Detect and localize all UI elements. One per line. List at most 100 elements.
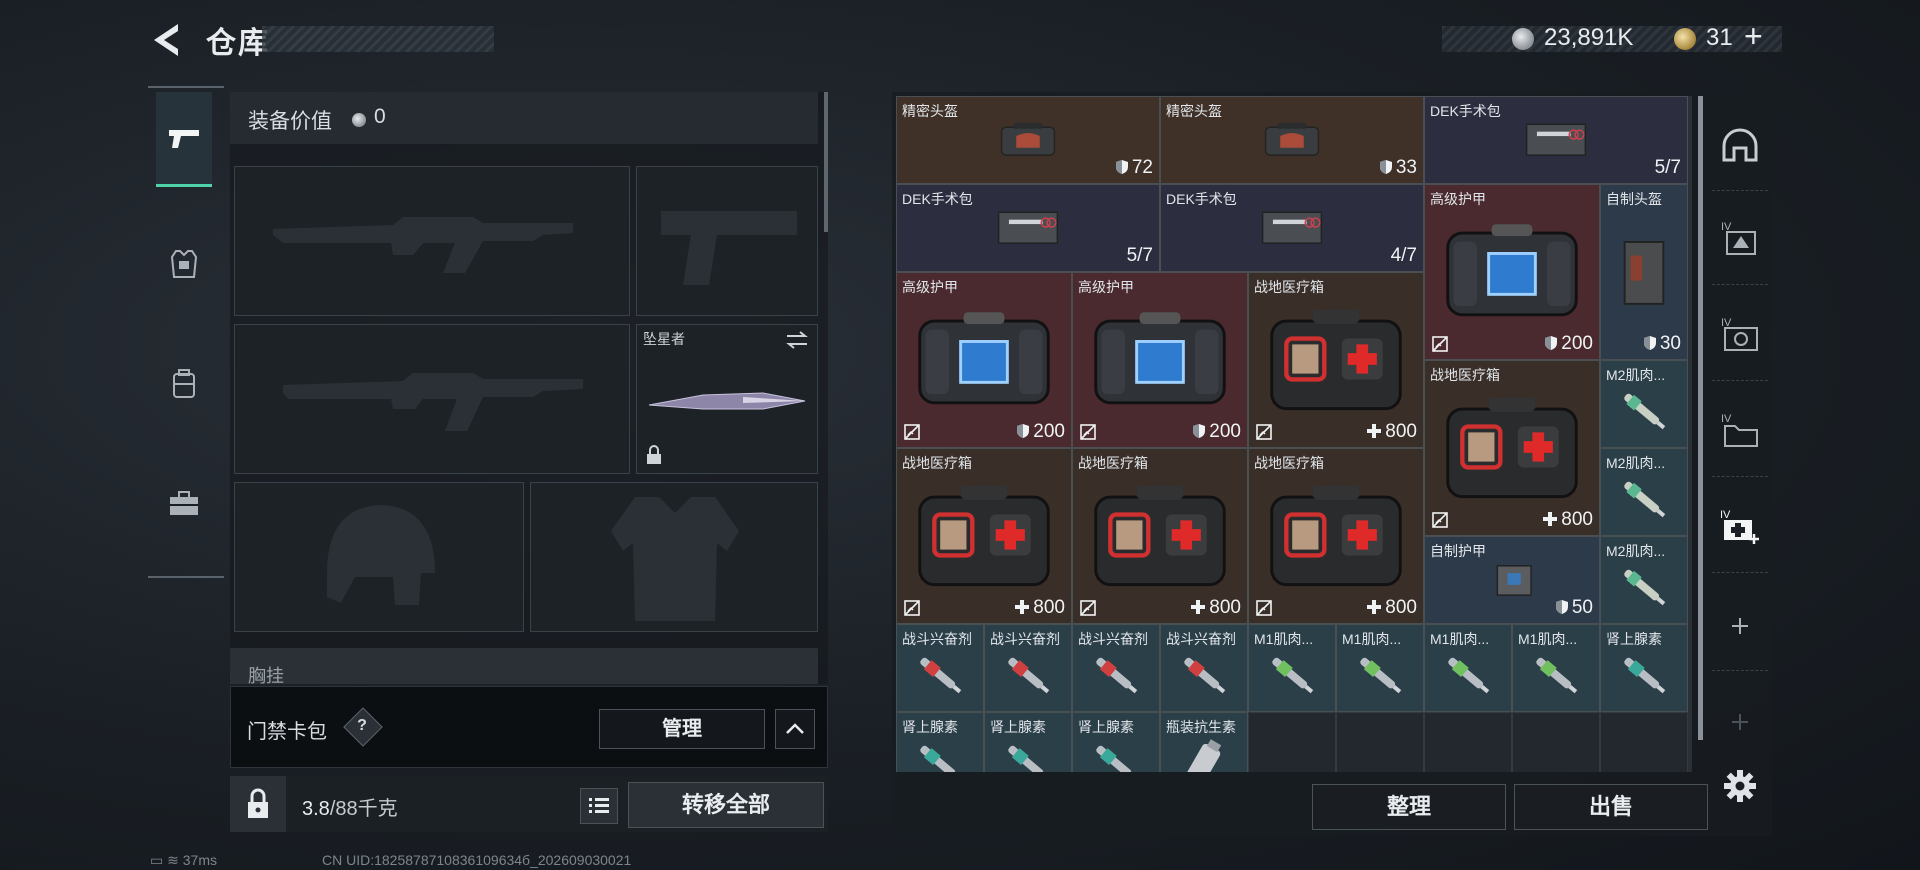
- stash-item[interactable]: DEK手术包 4/7: [1160, 184, 1424, 272]
- stash-item[interactable]: 高级护甲 200: [896, 272, 1072, 448]
- chest-rig-label: 胸挂: [248, 666, 284, 684]
- collapse-button[interactable]: [775, 709, 815, 749]
- stash-item[interactable]: 肾上腺素: [1600, 624, 1688, 712]
- item-image: [1609, 557, 1679, 617]
- stash-scrollbar[interactable]: [1698, 96, 1703, 740]
- help-icon[interactable]: ?: [349, 713, 375, 739]
- lock-button[interactable]: [230, 776, 286, 832]
- nav-storage-3[interactable]: IV: [1712, 402, 1768, 458]
- stash-item[interactable]: 肾上腺素: [984, 712, 1072, 772]
- item-image: [905, 733, 975, 772]
- no-image-icon: [1079, 599, 1097, 617]
- stash-item[interactable]: 战地医疗箱 800: [896, 448, 1072, 624]
- nav-storage-2[interactable]: IV: [1712, 306, 1768, 362]
- stash-item[interactable]: 自制头盔 30: [1600, 184, 1688, 360]
- stash-item[interactable]: 精密头盔 33: [1160, 96, 1424, 184]
- equipment-value-bar: 装备价值 0: [230, 92, 818, 144]
- stash-item[interactable]: 自制护甲 50: [1424, 536, 1600, 624]
- item-image: [993, 645, 1063, 705]
- weight-current: 3.8: [302, 798, 330, 820]
- item-value: 800: [1015, 597, 1065, 619]
- stash-item[interactable]: 战斗兴奋剂: [1160, 624, 1248, 712]
- empty-stash-slot[interactable]: [1336, 712, 1424, 772]
- stash-item[interactable]: 战地医疗箱 800: [1424, 360, 1600, 536]
- chest-rig-slot[interactable]: 胸挂: [230, 648, 818, 684]
- item-value: 5/7: [1655, 157, 1681, 179]
- stash-item[interactable]: 高级护甲 200: [1072, 272, 1248, 448]
- secondary-weapon-slot[interactable]: [234, 324, 630, 474]
- swap-icon[interactable]: [785, 331, 809, 349]
- svg-text:IV: IV: [1720, 509, 1731, 521]
- nav-medical-storage[interactable]: IV: [1712, 498, 1768, 554]
- empty-stash-slot[interactable]: [1512, 712, 1600, 772]
- primary-weapon-slot[interactable]: [234, 166, 630, 316]
- item-name: M2肌肉...: [1606, 543, 1666, 559]
- empty-stash-slot[interactable]: [1600, 712, 1688, 772]
- empty-stash-slot[interactable]: [1248, 712, 1336, 772]
- nav-storage-1[interactable]: IV: [1712, 210, 1768, 266]
- melee-slot[interactable]: 坠星者: [636, 324, 818, 474]
- stash-item[interactable]: M1肌肉...: [1424, 624, 1512, 712]
- user-uid: CN UID:1825878710836109634б_202609030021: [322, 852, 632, 868]
- stash-item[interactable]: M1肌肉...: [1336, 624, 1424, 712]
- backpack-icon: [173, 369, 195, 398]
- armor-shield-icon: [1017, 424, 1030, 438]
- stash-item[interactable]: 精密头盔 72: [896, 96, 1160, 184]
- add-currency-icon[interactable]: +: [1744, 18, 1763, 55]
- pistol-silhouette-icon: [661, 211, 797, 285]
- stash-item[interactable]: 瓶装抗生素: [1160, 712, 1248, 772]
- item-image: [1439, 205, 1585, 337]
- briefcase-icon: [170, 491, 198, 515]
- empty-stash-slot[interactable]: [1424, 712, 1512, 772]
- pistol-icon: [169, 130, 199, 148]
- stash-item[interactable]: M2肌肉...: [1600, 360, 1688, 448]
- helmet-slot[interactable]: [234, 482, 524, 632]
- transfer-all-button[interactable]: 转移全部: [628, 782, 824, 828]
- stash-item[interactable]: DEK手术包 5/7: [896, 184, 1160, 272]
- item-name: DEK手术包: [1430, 103, 1501, 119]
- stash-item[interactable]: M1肌肉...: [1248, 624, 1336, 712]
- body-armor-slot[interactable]: [530, 482, 818, 632]
- helmet-silhouette-icon: [327, 505, 435, 605]
- no-image-icon: [1431, 511, 1449, 529]
- item-value-text: 30: [1659, 333, 1681, 354]
- rifle-silhouette-icon: [273, 217, 573, 273]
- stash-item[interactable]: 高级护甲 200: [1424, 184, 1600, 360]
- sell-button[interactable]: 出售: [1514, 784, 1708, 830]
- item-image: [1609, 645, 1679, 705]
- stash-item[interactable]: 战斗兴奋剂: [1072, 624, 1160, 712]
- nav-dome[interactable]: [1712, 118, 1768, 174]
- manage-button[interactable]: 管理: [599, 709, 765, 749]
- stash-item[interactable]: 战地医疗箱 800: [1248, 448, 1424, 624]
- ping-value: 37ms: [182, 852, 217, 868]
- nav-case[interactable]: [156, 458, 212, 550]
- nav-backpack[interactable]: [156, 338, 212, 430]
- item-value: 800: [1191, 597, 1241, 619]
- stash-item[interactable]: 战地医疗箱 800: [1072, 448, 1248, 624]
- item-name: DEK手术包: [1166, 191, 1237, 207]
- stash-item[interactable]: DEK手术包 5/7: [1424, 96, 1688, 184]
- list-view-button[interactable]: [580, 788, 618, 824]
- nav-weapons[interactable]: [156, 92, 212, 187]
- item-value: 30: [1643, 333, 1681, 355]
- stash-item[interactable]: 战斗兴奋剂: [896, 624, 984, 712]
- sidearm-slot[interactable]: [636, 166, 818, 316]
- item-name: DEK手术包: [902, 191, 973, 207]
- back-arrow-icon[interactable]: [148, 20, 184, 60]
- sort-button[interactable]: 整理: [1312, 784, 1506, 830]
- item-image: [1169, 733, 1239, 772]
- stash-item[interactable]: 肾上腺素: [896, 712, 984, 772]
- settings-button[interactable]: [1712, 758, 1768, 814]
- item-name: 战地医疗箱: [1078, 455, 1148, 471]
- stash-item[interactable]: 肾上腺素: [1072, 712, 1160, 772]
- stash-item[interactable]: M2肌肉...: [1600, 536, 1688, 624]
- stash-item[interactable]: 战地医疗箱 800: [1248, 272, 1424, 448]
- stash-item[interactable]: M2肌肉...: [1600, 448, 1688, 536]
- add-storage-button[interactable]: [1712, 598, 1768, 654]
- nav-armor[interactable]: [156, 218, 212, 310]
- silver-coin-icon: [352, 113, 366, 127]
- stash-item[interactable]: 战斗兴奋剂: [984, 624, 1072, 712]
- loadout-scrollbar[interactable]: [824, 92, 828, 232]
- stash-item[interactable]: M1肌肉...: [1512, 624, 1600, 712]
- page-title: 仓库: [206, 27, 270, 60]
